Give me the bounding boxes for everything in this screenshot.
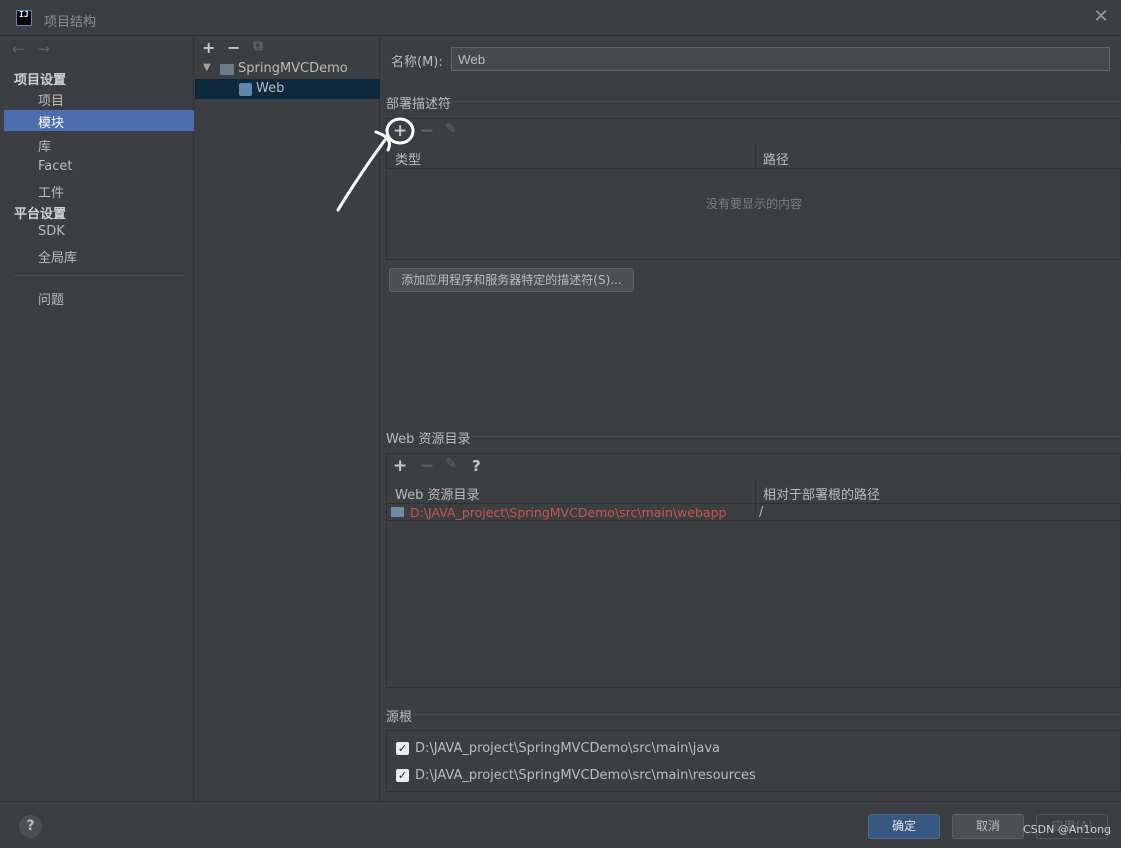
sidebar-item-problems[interactable]: 问题 <box>38 289 64 308</box>
section-divider <box>414 714 1121 715</box>
sidebar-divider <box>14 275 184 276</box>
source-root-checkbox[interactable]: ✓ <box>396 769 409 782</box>
edit-icon: ✎ <box>445 121 457 137</box>
web-dir-path: D:\JAVA_project\SpringMVCDemo\src\main\w… <box>410 505 727 520</box>
web-resources-table-header <box>387 479 1121 504</box>
source-root-path: D:\JAVA_project\SpringMVCDemo\src\main\r… <box>415 768 756 783</box>
section-divider <box>452 101 1121 102</box>
table-row[interactable]: D:\JAVA_project\SpringMVCDemo\src\main\w… <box>387 504 1121 521</box>
settings-sidebar <box>0 36 194 801</box>
section-divider <box>472 436 1121 437</box>
column-separator <box>755 144 756 169</box>
relative-path: / <box>759 505 764 520</box>
web-module-icon <box>239 83 252 96</box>
window-title: 项目结构 <box>44 15 97 30</box>
copy-icon: ⧉ <box>253 38 263 54</box>
help-icon[interactable]: ? <box>472 457 481 475</box>
tree-item-springmvcdemo[interactable]: SpringMVCDemo <box>238 61 348 76</box>
help-button[interactable]: ? <box>19 815 42 838</box>
tree-item-label: Web <box>256 81 285 96</box>
sidebar-item-sdk[interactable]: SDK <box>38 224 65 239</box>
sidebar-item-modules[interactable]: 模块 <box>4 110 194 131</box>
project-settings-header: 项目设置 <box>14 73 67 88</box>
close-icon[interactable]: ✕ <box>1092 8 1110 26</box>
title-bar <box>0 0 1121 36</box>
cancel-button[interactable]: 取消 <box>952 814 1024 839</box>
remove-icon: − <box>420 456 435 476</box>
web-folder-icon <box>391 507 404 517</box>
sidebar-item-artifacts[interactable]: 工件 <box>38 182 64 201</box>
source-root-checkbox[interactable]: ✓ <box>396 742 409 755</box>
remove-icon[interactable]: − <box>227 38 240 57</box>
sidebar-item-libraries[interactable]: 库 <box>38 136 51 155</box>
web-resources-section-title: Web 资源目录 <box>386 432 471 447</box>
name-field[interactable] <box>451 47 1110 71</box>
add-specific-descriptor-button[interactable]: 添加应用程序和服务器特定的描述符(S)... <box>389 268 634 292</box>
column-header-web-dir[interactable]: Web 资源目录 <box>395 484 479 503</box>
edit-icon: ✎ <box>445 456 457 472</box>
add-icon[interactable]: + <box>202 38 215 57</box>
csdn-watermark: CSDN @An1ong <box>1023 823 1112 836</box>
intellij-logo-icon: IJ <box>16 10 32 26</box>
descriptors-table-header <box>387 144 1121 169</box>
add-icon[interactable]: + <box>393 456 407 476</box>
folder-icon <box>220 64 234 75</box>
sidebar-item-label: 模块 <box>38 116 65 131</box>
descriptors-table <box>386 118 1121 260</box>
back-forward-icon[interactable]: ← → <box>12 40 54 58</box>
hand-drawn-arrow-annotation <box>336 117 415 212</box>
source-roots-section-title: 源根 <box>386 710 413 725</box>
chevron-down-icon[interactable]: ▼ <box>203 62 211 73</box>
tree-item-web[interactable]: Web <box>195 79 380 99</box>
sidebar-item-facets[interactable]: Facet <box>38 159 73 174</box>
empty-table-message: 没有要显示的内容 <box>706 197 803 211</box>
sidebar-item-project[interactable]: 项目 <box>38 90 64 109</box>
ok-button[interactable]: 确定 <box>868 814 940 839</box>
platform-settings-header: 平台设置 <box>14 207 67 222</box>
column-header-path[interactable]: 路径 <box>763 149 789 168</box>
sidebar-item-global-libraries[interactable]: 全局库 <box>38 247 77 266</box>
column-header-relative-path[interactable]: 相对于部署根的路径 <box>763 484 880 503</box>
name-label: 名称(M): <box>391 55 443 70</box>
source-root-path: D:\JAVA_project\SpringMVCDemo\src\main\j… <box>415 741 720 756</box>
